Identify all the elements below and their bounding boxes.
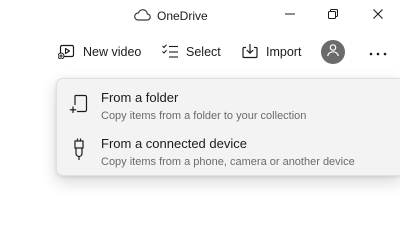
select-button[interactable]: Select [161, 42, 221, 62]
menu-item-from-device[interactable]: From a connected device Copy items from … [57, 127, 400, 173]
close-icon [372, 7, 384, 25]
close-button[interactable] [364, 6, 392, 26]
import-label: Import [266, 45, 302, 59]
minimize-icon [284, 7, 296, 25]
restore-button[interactable] [319, 6, 347, 26]
cloud-icon [133, 8, 151, 24]
menu-item-description: Copy items from a folder to your collect… [101, 110, 307, 122]
video-add-icon [57, 43, 76, 62]
folder-add-icon [69, 91, 91, 115]
title-bar: OneDrive [0, 0, 400, 32]
menu-item-label: From a folder [101, 90, 179, 105]
new-video-button[interactable]: New video [57, 42, 142, 62]
more-options-button[interactable] [364, 42, 392, 62]
multiselect-icon [161, 43, 179, 62]
import-button[interactable]: Import [241, 42, 301, 62]
window-title-group: OneDrive [133, 8, 208, 24]
usb-device-icon [69, 137, 91, 161]
import-menu: From a folder Copy items from a folder t… [56, 78, 400, 176]
menu-item-label: From a connected device [101, 136, 247, 151]
new-video-label: New video [83, 45, 142, 59]
person-icon [326, 43, 340, 62]
import-icon [241, 43, 259, 62]
minimize-button[interactable] [276, 6, 304, 26]
account-avatar-button[interactable] [321, 40, 345, 64]
window-title: OneDrive [157, 9, 208, 23]
menu-item-description: Copy items from a phone, camera or anoth… [101, 156, 355, 168]
restore-icon [327, 7, 339, 25]
select-label: Select [186, 45, 221, 59]
ellipsis-icon [369, 43, 387, 61]
menu-item-from-folder[interactable]: From a folder Copy items from a folder t… [57, 81, 400, 127]
